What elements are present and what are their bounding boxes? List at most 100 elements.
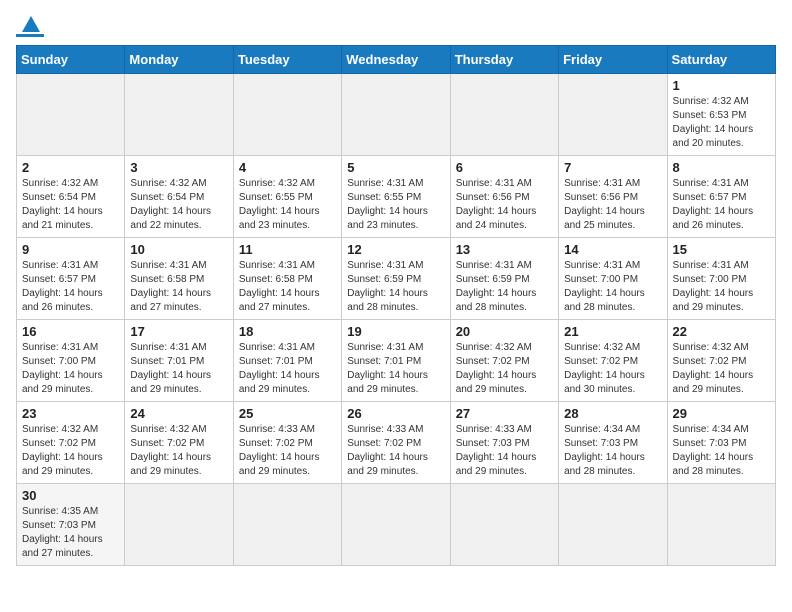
weekday-header-saturday: Saturday (667, 46, 775, 74)
calendar-day-cell: 18 Sunrise: 4:31 AM Sunset: 7:01 PM Dayli… (233, 320, 341, 402)
calendar-day-cell: 21Sunrise: 4:32 AM Sunset: 7:02 PM Dayli… (559, 320, 667, 402)
calendar-day-cell (450, 74, 558, 156)
calendar-day-cell: 29Sunrise: 4:34 AM Sunset: 7:03 PM Dayli… (667, 402, 775, 484)
day-number: 9 (22, 242, 119, 257)
calendar-day-cell: 1 Sunrise: 4:32 AM Sunset: 6:53 PM Daylig… (667, 74, 775, 156)
weekday-header-friday: Friday (559, 46, 667, 74)
calendar-day-cell: 27 Sunrise: 4:33 AM Sunset: 7:03 PM Dayli… (450, 402, 558, 484)
day-number: 5 (347, 160, 444, 175)
day-number: 13 (456, 242, 553, 257)
logo (16, 16, 44, 37)
calendar-day-cell: 12 Sunrise: 4:31 AM Sunset: 6:59 PM Dayli… (342, 238, 450, 320)
day-info: Sunrise: 4:31 AM Sunset: 7:01 PM Dayligh… (130, 341, 227, 397)
calendar-day-cell: 3Sunrise: 4:32 AM Sunset: 6:54 PM Daylig… (125, 156, 233, 238)
day-info: Sunrise: 4:31 AM Sunset: 7:01 PM Dayligh… (239, 341, 336, 397)
calendar-day-cell: 16Sunrise: 4:31 AM Sunset: 7:00 PM Dayli… (17, 320, 125, 402)
day-info: Sunrise: 4:31 AM Sunset: 7:00 PM Dayligh… (22, 341, 119, 397)
day-info: Sunrise: 4:31 AM Sunset: 6:57 PM Dayligh… (22, 259, 119, 315)
day-info: Sunrise: 4:31 AM Sunset: 6:59 PM Dayligh… (347, 259, 444, 315)
calendar-day-cell: 7Sunrise: 4:31 AM Sunset: 6:56 PM Daylig… (559, 156, 667, 238)
day-number: 17 (130, 324, 227, 339)
calendar-day-cell: 10Sunrise: 4:31 AM Sunset: 6:58 PM Dayli… (125, 238, 233, 320)
calendar-day-cell: 26 Sunrise: 4:33 AM Sunset: 7:02 PM Dayli… (342, 402, 450, 484)
weekday-header-tuesday: Tuesday (233, 46, 341, 74)
day-info: Sunrise: 4:33 AM Sunset: 7:02 PM Dayligh… (347, 423, 444, 479)
calendar-week-row: 1 Sunrise: 4:32 AM Sunset: 6:53 PM Daylig… (17, 74, 776, 156)
day-info: Sunrise: 4:32 AM Sunset: 6:54 PM Dayligh… (130, 177, 227, 233)
day-number: 2 (22, 160, 119, 175)
day-info: Sunrise: 4:31 AM Sunset: 7:01 PM Dayligh… (347, 341, 444, 397)
calendar-day-cell (667, 484, 775, 566)
day-info: Sunrise: 4:31 AM Sunset: 7:00 PM Dayligh… (673, 259, 770, 315)
calendar-day-cell: 9 Sunrise: 4:31 AM Sunset: 6:57 PM Daylig… (17, 238, 125, 320)
day-number: 26 (347, 406, 444, 421)
day-info: Sunrise: 4:31 AM Sunset: 6:58 PM Dayligh… (130, 259, 227, 315)
calendar-day-cell: 15 Sunrise: 4:31 AM Sunset: 7:00 PM Dayli… (667, 238, 775, 320)
day-info: Sunrise: 4:31 AM Sunset: 6:56 PM Dayligh… (564, 177, 661, 233)
calendar-day-cell: 30 Sunrise: 4:35 AM Sunset: 7:03 PM Dayli… (17, 484, 125, 566)
day-number: 22 (673, 324, 770, 339)
day-number: 15 (673, 242, 770, 257)
calendar-week-row: 30 Sunrise: 4:35 AM Sunset: 7:03 PM Dayli… (17, 484, 776, 566)
day-number: 19 (347, 324, 444, 339)
calendar-day-cell: 6 Sunrise: 4:31 AM Sunset: 6:56 PM Daylig… (450, 156, 558, 238)
day-number: 20 (456, 324, 553, 339)
calendar-day-cell (559, 74, 667, 156)
day-number: 23 (22, 406, 119, 421)
day-info: Sunrise: 4:31 AM Sunset: 6:55 PM Dayligh… (347, 177, 444, 233)
calendar-day-cell: 8Sunrise: 4:31 AM Sunset: 6:57 PM Daylig… (667, 156, 775, 238)
day-info: Sunrise: 4:31 AM Sunset: 6:58 PM Dayligh… (239, 259, 336, 315)
calendar-day-cell: 13Sunrise: 4:31 AM Sunset: 6:59 PM Dayli… (450, 238, 558, 320)
day-number: 30 (22, 488, 119, 503)
calendar-day-cell (233, 484, 341, 566)
day-info: Sunrise: 4:33 AM Sunset: 7:02 PM Dayligh… (239, 423, 336, 479)
calendar-day-cell (17, 74, 125, 156)
calendar-day-cell: 23 Sunrise: 4:32 AM Sunset: 7:02 PM Dayli… (17, 402, 125, 484)
day-info: Sunrise: 4:33 AM Sunset: 7:03 PM Dayligh… (456, 423, 553, 479)
day-number: 27 (456, 406, 553, 421)
weekday-header-sunday: Sunday (17, 46, 125, 74)
day-number: 28 (564, 406, 661, 421)
calendar-day-cell (450, 484, 558, 566)
header (16, 16, 776, 37)
day-number: 1 (673, 78, 770, 93)
weekday-header-thursday: Thursday (450, 46, 558, 74)
calendar-week-row: 23 Sunrise: 4:32 AM Sunset: 7:02 PM Dayli… (17, 402, 776, 484)
day-info: Sunrise: 4:32 AM Sunset: 6:54 PM Dayligh… (22, 177, 119, 233)
calendar-week-row: 16Sunrise: 4:31 AM Sunset: 7:00 PM Dayli… (17, 320, 776, 402)
day-info: Sunrise: 4:34 AM Sunset: 7:03 PM Dayligh… (564, 423, 661, 479)
calendar-header-row: SundayMondayTuesdayWednesdayThursdayFrid… (17, 46, 776, 74)
day-number: 18 (239, 324, 336, 339)
weekday-header-monday: Monday (125, 46, 233, 74)
calendar-table: SundayMondayTuesdayWednesdayThursdayFrid… (16, 45, 776, 566)
calendar-day-cell: 17 Sunrise: 4:31 AM Sunset: 7:01 PM Dayli… (125, 320, 233, 402)
day-number: 11 (239, 242, 336, 257)
day-info: Sunrise: 4:35 AM Sunset: 7:03 PM Dayligh… (22, 505, 119, 561)
day-info: Sunrise: 4:31 AM Sunset: 6:56 PM Dayligh… (456, 177, 553, 233)
calendar-day-cell (342, 74, 450, 156)
day-info: Sunrise: 4:32 AM Sunset: 6:55 PM Dayligh… (239, 177, 336, 233)
day-number: 8 (673, 160, 770, 175)
day-number: 25 (239, 406, 336, 421)
day-info: Sunrise: 4:32 AM Sunset: 7:02 PM Dayligh… (564, 341, 661, 397)
calendar-day-cell: 22 Sunrise: 4:32 AM Sunset: 7:02 PM Dayli… (667, 320, 775, 402)
day-number: 6 (456, 160, 553, 175)
day-number: 14 (564, 242, 661, 257)
calendar-day-cell: 28 Sunrise: 4:34 AM Sunset: 7:03 PM Dayli… (559, 402, 667, 484)
day-info: Sunrise: 4:32 AM Sunset: 7:02 PM Dayligh… (673, 341, 770, 397)
calendar-day-cell: 25 Sunrise: 4:33 AM Sunset: 7:02 PM Dayli… (233, 402, 341, 484)
calendar-day-cell: 24Sunrise: 4:32 AM Sunset: 7:02 PM Dayli… (125, 402, 233, 484)
calendar-day-cell: 4Sunrise: 4:32 AM Sunset: 6:55 PM Daylig… (233, 156, 341, 238)
day-number: 12 (347, 242, 444, 257)
weekday-header-wednesday: Wednesday (342, 46, 450, 74)
calendar-day-cell (233, 74, 341, 156)
day-info: Sunrise: 4:32 AM Sunset: 6:53 PM Dayligh… (673, 95, 770, 151)
day-number: 29 (673, 406, 770, 421)
day-info: Sunrise: 4:32 AM Sunset: 7:02 PM Dayligh… (22, 423, 119, 479)
day-number: 24 (130, 406, 227, 421)
calendar-day-cell: 5 Sunrise: 4:31 AM Sunset: 6:55 PM Daylig… (342, 156, 450, 238)
day-info: Sunrise: 4:32 AM Sunset: 7:02 PM Dayligh… (456, 341, 553, 397)
logo-underline (16, 34, 44, 37)
calendar-day-cell: 11 Sunrise: 4:31 AM Sunset: 6:58 PM Dayli… (233, 238, 341, 320)
calendar-day-cell (125, 74, 233, 156)
